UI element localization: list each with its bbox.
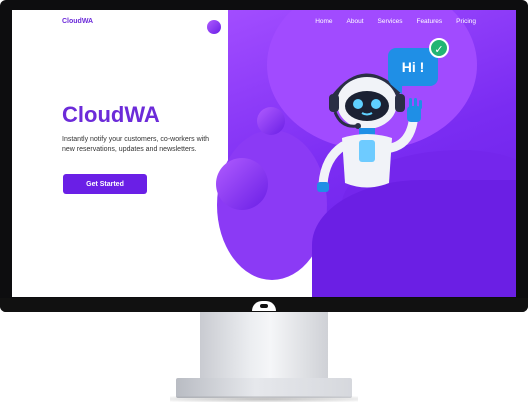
- monitor-stand-base: [176, 378, 352, 398]
- monitor-stand: [200, 312, 328, 378]
- decorative-circle: [207, 20, 221, 34]
- hero-description: Instantly notify your customers, co-work…: [62, 136, 210, 153]
- hero-title: CloudWA: [62, 102, 160, 127]
- nav-item-services[interactable]: Services: [378, 18, 403, 25]
- get-started-button[interactable]: Get Started: [63, 174, 147, 194]
- monitor-notch: [252, 301, 276, 311]
- check-icon: ✓: [429, 38, 449, 58]
- decorative-circle: [257, 107, 285, 135]
- top-nav: Home About Services Features Pricing: [315, 18, 476, 25]
- nav-item-about[interactable]: About: [347, 18, 364, 25]
- nav-item-pricing[interactable]: Pricing: [456, 18, 476, 25]
- nav-item-features[interactable]: Features: [416, 18, 442, 25]
- decorative-circle: [216, 158, 268, 210]
- nav-item-home[interactable]: Home: [315, 18, 332, 25]
- stand-shadow: [170, 396, 358, 402]
- brand-logo[interactable]: CloudWA: [62, 18, 93, 25]
